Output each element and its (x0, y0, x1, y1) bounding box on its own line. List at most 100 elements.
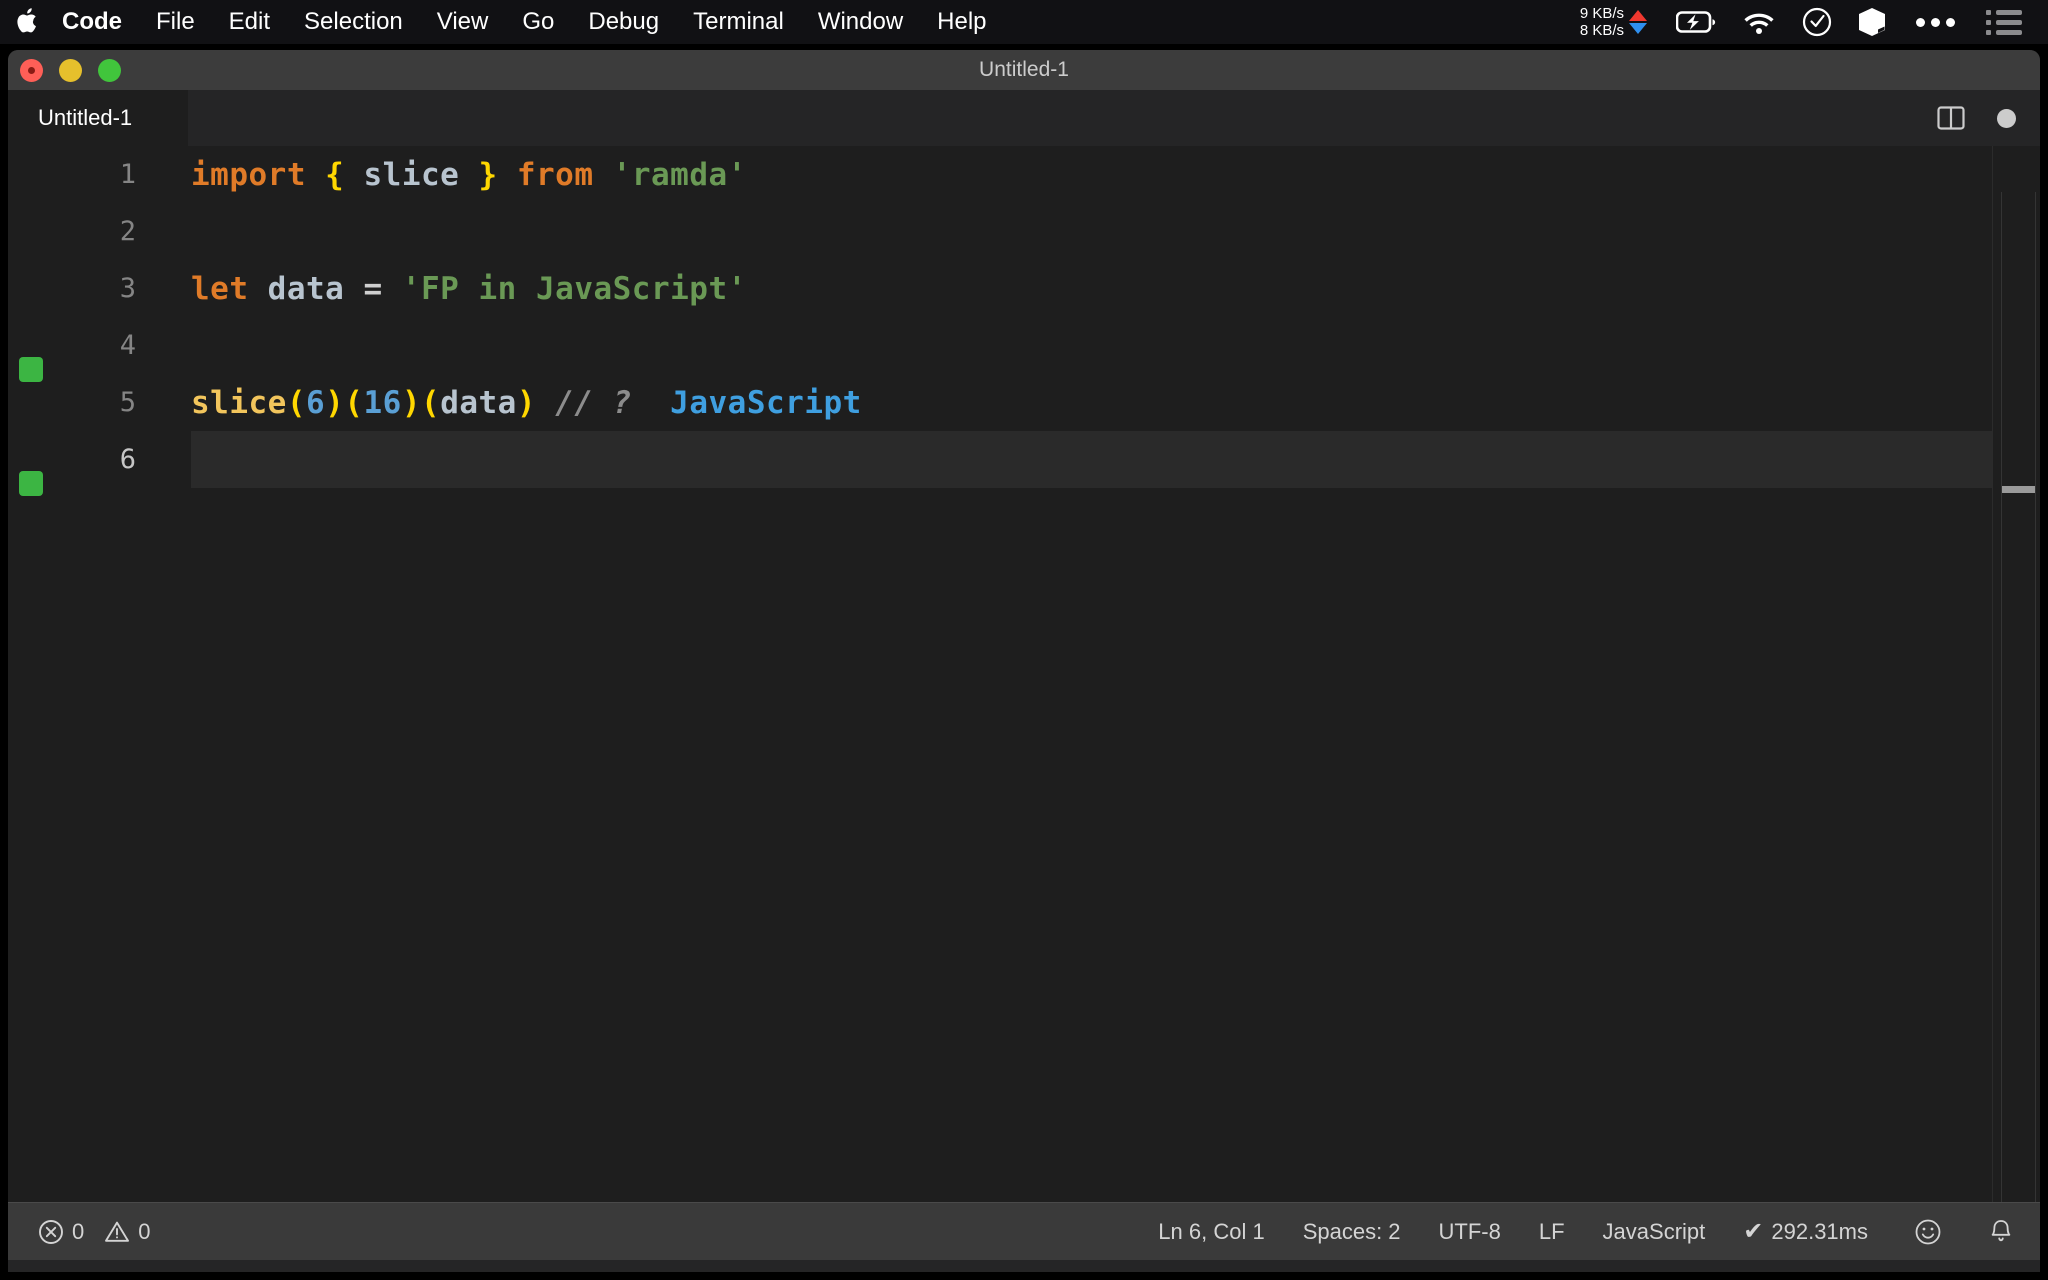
token: let (191, 270, 249, 307)
language-mode[interactable]: JavaScript (1603, 1219, 1706, 1245)
eol-setting[interactable]: LF (1539, 1219, 1565, 1245)
token: JavaScript (670, 384, 862, 421)
token: data (440, 384, 517, 421)
token: import (191, 156, 306, 193)
cursor-position-marker (2002, 486, 2035, 493)
token: { (325, 156, 345, 193)
code-line-5[interactable]: 5 slice(6)(16)(data) // ? JavaScript (8, 374, 2040, 431)
token: ( (344, 384, 364, 421)
window-title-bar: Untitled-1 (8, 50, 2040, 90)
line-number-6: 6 (119, 444, 136, 475)
macos-menu-bar: Code File Edit Selection View Go Debug T… (0, 0, 2048, 44)
menu-bar-status-area: 9 KB/s 8 KB/s (1580, 5, 2048, 39)
menu-item-edit[interactable]: Edit (212, 0, 287, 44)
indentation-setting[interactable]: Spaces: 2 (1303, 1219, 1401, 1245)
close-button[interactable] (20, 58, 43, 82)
token: ) (401, 384, 422, 421)
editor-action-buttons (1905, 90, 2040, 146)
bell-notifications-icon[interactable] (1988, 1218, 2014, 1246)
menu-item-file[interactable]: File (139, 0, 212, 44)
line-number-2: 2 (119, 216, 136, 247)
token: 'FP in JavaScript' (401, 270, 747, 307)
vscode-window: Untitled-1 Untitled-1 1 import { slice } … (8, 50, 2040, 1272)
token: ) (516, 384, 537, 421)
clock-check-icon[interactable] (1802, 7, 1832, 37)
token: 16 (363, 384, 402, 421)
warning-count-indicator[interactable]: 0 (104, 1218, 151, 1245)
token: data (267, 270, 345, 307)
ellipsis-icon[interactable] (1913, 17, 1958, 27)
code-lines: 1 import { slice } from 'ramda' 2 3 let data… (8, 146, 2040, 488)
overview-ruler-track[interactable] (2001, 192, 2036, 1202)
network-upload-speed: 9 KB/s (1579, 5, 1624, 22)
token: ( (421, 384, 441, 421)
token: ( (286, 384, 306, 421)
smiley-feedback-icon[interactable] (1914, 1218, 1942, 1246)
control-center-list-icon[interactable] (1986, 7, 2022, 37)
quokka-runtime-indicator[interactable]: ✔ 292.31ms (1743, 1217, 1868, 1246)
overview-ruler[interactable] (1992, 146, 2040, 1202)
code-editor[interactable]: 1 import { slice } from 'ramda' 2 3 let data… (8, 146, 2040, 1202)
token: } (478, 156, 498, 193)
traffic-light-buttons (20, 50, 137, 90)
wifi-icon[interactable] (1742, 10, 1776, 35)
code-line-6[interactable]: 6 (8, 431, 2040, 488)
token: // ? (555, 384, 632, 421)
line-number-5: 5 (119, 387, 136, 418)
unsaved-dirty-dot[interactable] (1997, 108, 2016, 128)
warning-count: 0 (138, 1218, 151, 1244)
code-line-2[interactable]: 2 (8, 203, 2040, 260)
menu-item-help[interactable]: Help (920, 0, 1003, 44)
code-line-4[interactable]: 4 (8, 317, 2040, 374)
error-count-indicator[interactable]: 0 (38, 1219, 84, 1245)
runtime-duration: 292.31ms (1771, 1218, 1868, 1244)
apple-logo-icon[interactable] (0, 7, 56, 38)
network-speed-indicator[interactable]: 9 KB/s 8 KB/s (1580, 5, 1647, 39)
line-number-1: 1 (119, 159, 136, 190)
token: slice (363, 156, 460, 193)
menu-item-terminal[interactable]: Terminal (676, 0, 801, 44)
menu-item-view[interactable]: View (420, 0, 506, 44)
tab-untitled-1[interactable]: Untitled-1 (8, 90, 188, 146)
status-bar: 0 0 Ln 6, Col 1 Spaces: 2 UTF-8 LF JavaS… (8, 1202, 2040, 1260)
menu-item-debug[interactable]: Debug (571, 0, 676, 44)
menu-item-code[interactable]: Code (56, 0, 139, 44)
code-line-1[interactable]: 1 import { slice } from 'ramda' (8, 146, 2040, 203)
line-content-1: import { slice } from 'ramda' (191, 157, 747, 193)
maximize-button[interactable] (98, 58, 121, 82)
download-arrow-icon (1629, 23, 1647, 34)
menu-item-selection[interactable]: Selection (287, 0, 420, 44)
tab-label: Untitled-1 (38, 105, 133, 130)
error-count: 0 (72, 1218, 85, 1244)
network-download-speed: 8 KB/s (1579, 22, 1624, 39)
cursor-position[interactable]: Ln 6, Col 1 (1158, 1219, 1264, 1245)
cube-icon[interactable] (1858, 7, 1886, 37)
status-bar-right: Ln 6, Col 1 Spaces: 2 UTF-8 LF JavaScrip… (1120, 1217, 2040, 1246)
status-bar-left: 0 0 (8, 1219, 171, 1245)
split-editor-icon[interactable] (1935, 102, 1967, 134)
menu-item-go[interactable]: Go (505, 0, 571, 44)
minimize-button[interactable] (59, 58, 82, 82)
network-arrows (1629, 10, 1647, 34)
line-number-4: 4 (119, 330, 136, 361)
editor-tab-bar: Untitled-1 (8, 90, 2040, 146)
menu-item-window[interactable]: Window (801, 0, 920, 44)
runtime-check-icon: ✔ (1743, 1218, 1764, 1245)
line-content-3: let data = 'FP in JavaScript' (191, 271, 747, 307)
battery-charging-icon[interactable] (1676, 11, 1716, 33)
code-line-3[interactable]: 3 let data = 'FP in JavaScript' (8, 260, 2040, 317)
encoding-setting[interactable]: UTF-8 (1439, 1219, 1501, 1245)
token: from (516, 156, 594, 193)
token: slice (191, 384, 287, 421)
line-content-5: slice(6)(16)(data) // ? JavaScript (191, 385, 862, 421)
